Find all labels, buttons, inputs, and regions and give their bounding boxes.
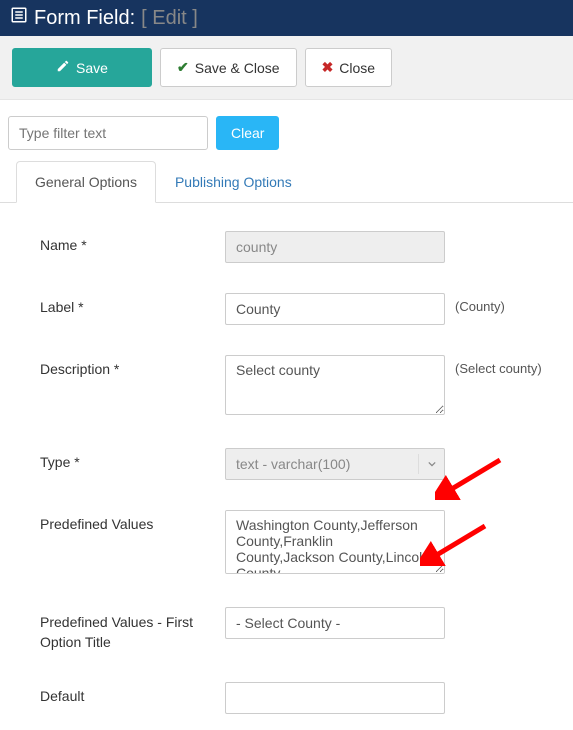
label-field[interactable]	[225, 293, 445, 325]
save-close-button[interactable]: ✔ Save & Close	[160, 48, 297, 87]
label-label: Label *	[40, 293, 225, 315]
toolbar: Save ✔ Save & Close ✖ Close	[0, 36, 573, 100]
description-field[interactable]: Select county	[225, 355, 445, 415]
default-label: Default	[40, 682, 225, 704]
edit-icon	[56, 59, 70, 76]
check-icon: ✔	[177, 59, 189, 76]
predef-field[interactable]: Washington County,Jefferson County,Frank…	[225, 510, 445, 574]
tab-general[interactable]: General Options	[16, 161, 156, 203]
description-hint: (Select county)	[445, 355, 542, 376]
first-option-label: Predefined Values - First Option Title	[40, 607, 225, 652]
type-value: text - varchar(100)	[236, 456, 350, 472]
default-field[interactable]	[225, 682, 445, 714]
name-field[interactable]	[225, 231, 445, 263]
save-button[interactable]: Save	[12, 48, 152, 87]
page-subtitle: [ Edit ]	[141, 7, 198, 30]
filter-bar: Clear	[0, 100, 573, 160]
predef-label: Predefined Values	[40, 510, 225, 532]
type-select[interactable]: text - varchar(100)	[225, 448, 445, 480]
save-close-label: Save & Close	[195, 60, 280, 76]
close-label: Close	[339, 60, 375, 76]
save-label: Save	[76, 60, 108, 76]
type-label: Type *	[40, 448, 225, 470]
name-label: Name *	[40, 231, 225, 253]
label-hint: (County)	[445, 293, 505, 314]
description-label: Description *	[40, 355, 225, 377]
page-header: Form Field: [ Edit ]	[0, 0, 573, 36]
form-body: Name * Label * (County) Description * Se…	[0, 203, 573, 730]
filter-input[interactable]	[8, 116, 208, 150]
first-option-field[interactable]	[225, 607, 445, 639]
list-icon	[10, 6, 28, 30]
tabs: General Options Publishing Options	[0, 160, 573, 203]
close-button[interactable]: ✖ Close	[305, 48, 393, 87]
clear-button[interactable]: Clear	[216, 116, 279, 150]
close-icon: ✖	[322, 59, 334, 76]
tab-publishing[interactable]: Publishing Options	[156, 161, 311, 203]
chevron-down-icon	[418, 454, 444, 474]
page-title: Form Field:	[34, 7, 135, 30]
